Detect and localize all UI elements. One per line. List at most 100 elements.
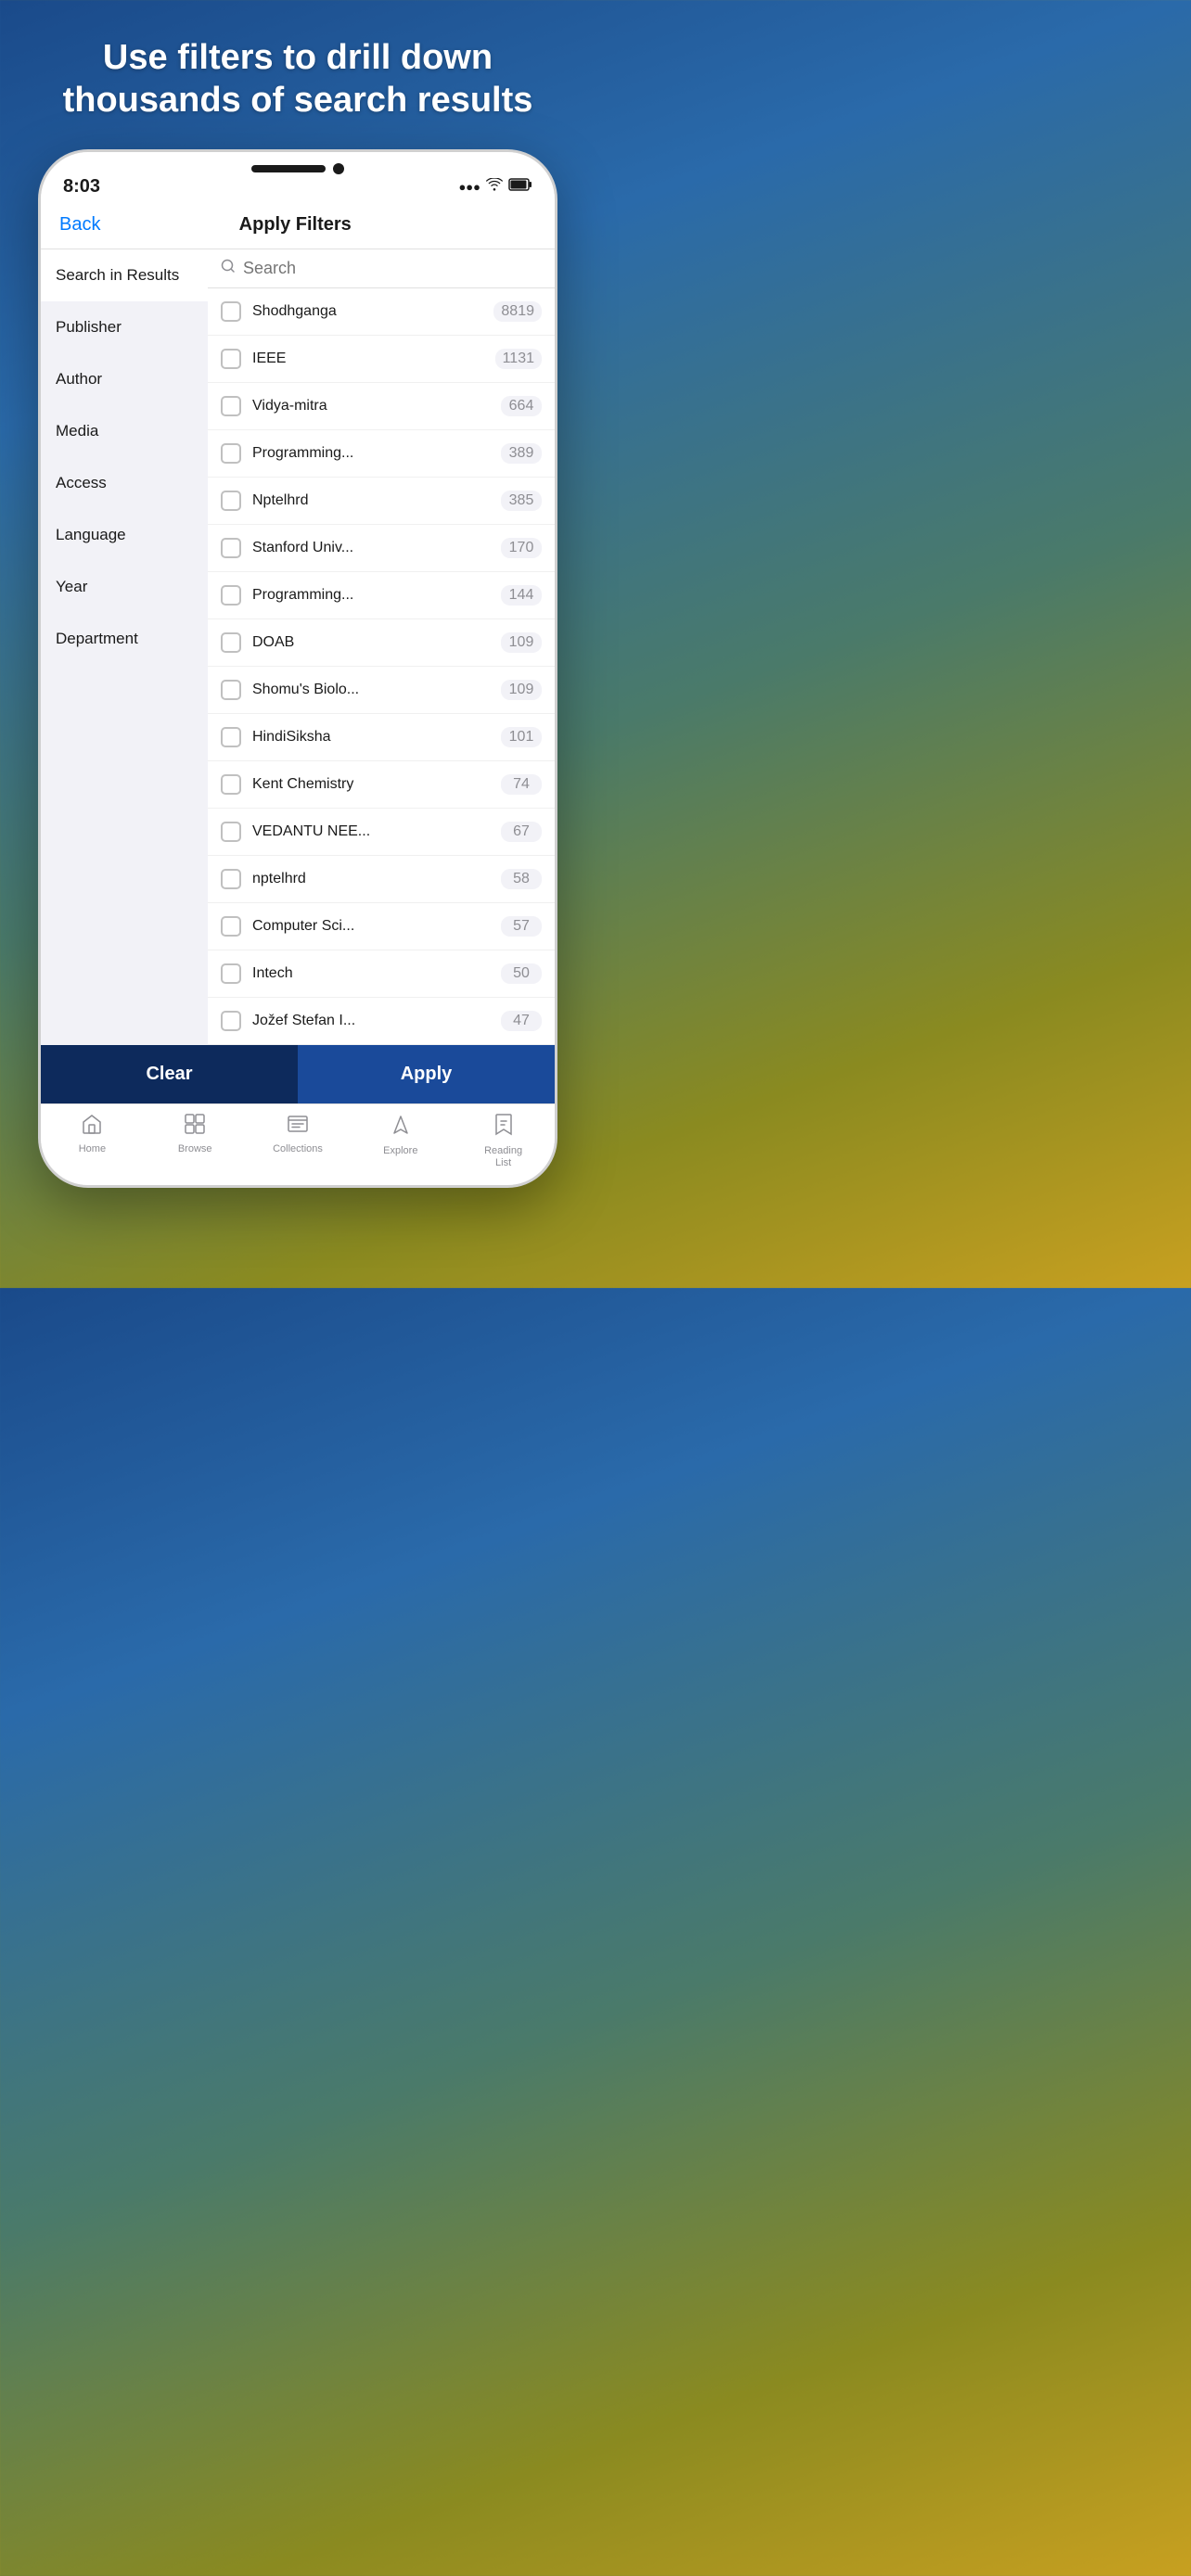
publisher-checkbox[interactable] <box>221 727 241 747</box>
publisher-item[interactable]: Shomu's Biolo... 109 <box>208 667 555 714</box>
page-title: Apply Filters <box>239 214 352 236</box>
signal-icon: ●●● <box>458 180 480 194</box>
publisher-count: 109 <box>501 680 542 700</box>
publisher-count: 170 <box>501 538 542 558</box>
navigation-bar: Back Apply Filters <box>41 205 555 249</box>
sidebar-item-year[interactable]: Year <box>41 561 208 613</box>
publisher-checkbox[interactable] <box>221 963 241 984</box>
sidebar-item-access[interactable]: Access <box>41 457 208 509</box>
sidebar-item-author[interactable]: Author <box>41 353 208 405</box>
publisher-name: Vidya-mitra <box>252 398 490 414</box>
publisher-checkbox[interactable] <box>221 443 241 464</box>
publisher-item[interactable]: HindiSiksha 101 <box>208 714 555 761</box>
publisher-count: 1131 <box>495 349 542 369</box>
publisher-name: Programming... <box>252 445 490 462</box>
filter-right-panel: Shodhganga 8819 IEEE 1131 Vidya-mitra 66… <box>208 249 555 1045</box>
publisher-checkbox[interactable] <box>221 349 241 369</box>
publisher-checkbox[interactable] <box>221 301 241 322</box>
publisher-count: 50 <box>501 963 542 984</box>
publisher-count: 74 <box>501 774 542 795</box>
publisher-item[interactable]: Vidya-mitra 664 <box>208 383 555 430</box>
notch-pill <box>251 165 326 172</box>
publisher-name: Stanford Univ... <box>252 540 490 556</box>
notch-area <box>251 152 344 174</box>
reading-list-icon <box>494 1114 513 1141</box>
publisher-count: 109 <box>501 632 542 653</box>
publisher-checkbox[interactable] <box>221 774 241 795</box>
publisher-item[interactable]: Intech 50 <box>208 950 555 998</box>
tab-reading-list-label: Reading List <box>484 1145 522 1169</box>
sidebar-item-department[interactable]: Department <box>41 613 208 665</box>
apply-button[interactable]: Apply <box>298 1045 555 1103</box>
publisher-count: 101 <box>501 727 542 747</box>
publisher-item[interactable]: nptelhrd 58 <box>208 856 555 903</box>
status-icons: ●●● <box>458 169 532 196</box>
tab-home[interactable]: Home <box>41 1114 144 1169</box>
publisher-count: 58 <box>501 869 542 889</box>
bottom-buttons: Clear Apply <box>41 1045 555 1103</box>
tab-collections-label: Collections <box>273 1143 323 1155</box>
notch-dot <box>333 163 344 174</box>
tab-explore-label: Explore <box>383 1145 417 1157</box>
publisher-checkbox[interactable] <box>221 1011 241 1031</box>
clear-button[interactable]: Clear <box>41 1045 298 1103</box>
home-icon <box>81 1114 103 1140</box>
back-button[interactable]: Back <box>59 214 100 236</box>
publisher-item[interactable]: Computer Sci... 57 <box>208 903 555 950</box>
publisher-item[interactable]: Programming... 389 <box>208 430 555 478</box>
sidebar-item-search-in-results[interactable]: Search in Results <box>41 249 208 301</box>
publisher-checkbox[interactable] <box>221 491 241 511</box>
publisher-item[interactable]: Programming... 144 <box>208 572 555 619</box>
sidebar-item-language[interactable]: Language <box>41 509 208 561</box>
side-button-right <box>555 300 557 356</box>
publisher-item[interactable]: DOAB 109 <box>208 619 555 667</box>
browse-icon <box>185 1114 205 1140</box>
tab-explore[interactable]: Explore <box>349 1114 452 1169</box>
status-time: 8:03 <box>63 167 100 198</box>
publisher-item[interactable]: Stanford Univ... 170 <box>208 525 555 572</box>
publisher-name: HindiSiksha <box>252 729 490 746</box>
publisher-count: 144 <box>501 585 542 606</box>
side-button-left <box>38 282 41 319</box>
sidebar-item-media[interactable]: Media <box>41 405 208 457</box>
publisher-item[interactable]: Shodhganga 8819 <box>208 288 555 336</box>
publisher-checkbox[interactable] <box>221 916 241 937</box>
publisher-name: DOAB <box>252 634 490 651</box>
publisher-count: 389 <box>501 443 542 464</box>
publisher-count: 8819 <box>493 301 542 322</box>
tab-browse[interactable]: Browse <box>144 1114 247 1169</box>
search-input[interactable] <box>243 259 542 278</box>
publisher-checkbox[interactable] <box>221 396 241 416</box>
publisher-count: 67 <box>501 822 542 842</box>
publisher-checkbox[interactable] <box>221 585 241 606</box>
publisher-item[interactable]: VEDANTU NEE... 67 <box>208 809 555 856</box>
publisher-item[interactable]: Jožef Stefan I... 47 <box>208 998 555 1045</box>
tab-home-label: Home <box>79 1143 106 1155</box>
tab-reading-list[interactable]: Reading List <box>452 1114 555 1169</box>
phone-mockup: 8:03 ●●● <box>38 149 557 1187</box>
publisher-checkbox[interactable] <box>221 680 241 700</box>
tab-collections[interactable]: Collections <box>247 1114 350 1169</box>
publisher-name: Computer Sci... <box>252 918 490 935</box>
filter-content: Search in Results Publisher Author Media… <box>41 249 555 1045</box>
tab-browse-label: Browse <box>178 1143 212 1155</box>
filter-sidebar: Search in Results Publisher Author Media… <box>41 249 208 1045</box>
publisher-item[interactable]: Nptelhrd 385 <box>208 478 555 525</box>
publisher-checkbox[interactable] <box>221 632 241 653</box>
collections-icon <box>288 1114 308 1140</box>
publisher-name: IEEE <box>252 351 484 367</box>
publisher-name: Intech <box>252 965 490 982</box>
headline-text: Use filters to drill down thousands of s… <box>0 0 596 149</box>
publisher-item[interactable]: Kent Chemistry 74 <box>208 761 555 809</box>
sidebar-item-publisher[interactable]: Publisher <box>41 301 208 353</box>
publisher-item[interactable]: IEEE 1131 <box>208 336 555 383</box>
publisher-name: nptelhrd <box>252 871 490 887</box>
publisher-count: 47 <box>501 1011 542 1031</box>
publisher-checkbox[interactable] <box>221 822 241 842</box>
publisher-list: Shodhganga 8819 IEEE 1131 Vidya-mitra 66… <box>208 288 555 1045</box>
wifi-icon <box>486 178 503 196</box>
publisher-checkbox[interactable] <box>221 869 241 889</box>
publisher-count: 664 <box>501 396 542 416</box>
publisher-name: Shodhganga <box>252 303 482 320</box>
publisher-checkbox[interactable] <box>221 538 241 558</box>
